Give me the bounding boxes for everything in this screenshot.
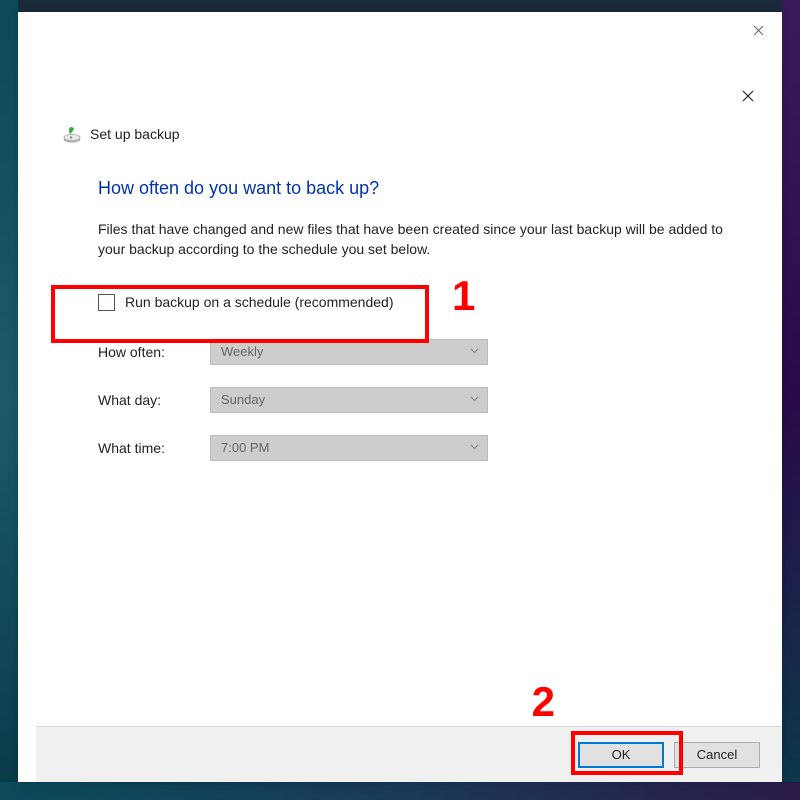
dialog-titlebar: Set up backup [62, 124, 180, 144]
dialog-content: How often do you want to back up? Files … [98, 178, 742, 483]
desktop-background-left [0, 0, 18, 800]
what-time-value: 7:00 PM [221, 440, 269, 455]
chevron-down-icon [470, 394, 479, 405]
how-often-dropdown[interactable]: Weekly [210, 339, 488, 365]
schedule-checkbox[interactable] [98, 294, 115, 311]
dialog-close-button[interactable] [738, 86, 758, 106]
how-often-value: Weekly [221, 344, 263, 359]
how-often-row: How often: Weekly [98, 339, 742, 365]
parent-window: Set up backup How often do you want to b… [18, 12, 782, 782]
what-day-value: Sunday [221, 392, 265, 407]
close-icon [753, 25, 764, 36]
cancel-button[interactable]: Cancel [674, 742, 760, 768]
annotation-label-2: 2 [532, 678, 555, 726]
page-description: Files that have changed and new files th… [98, 219, 738, 260]
desktop-background-right [782, 0, 800, 800]
how-often-label: How often: [98, 344, 210, 360]
page-heading: How often do you want to back up? [98, 178, 742, 199]
backup-wizard-dialog: Set up backup How often do you want to b… [36, 68, 782, 782]
what-time-label: What time: [98, 440, 210, 456]
ok-button[interactable]: OK [578, 742, 664, 768]
schedule-checkbox-label: Run backup on a schedule (recommended) [125, 294, 394, 310]
close-icon [742, 90, 754, 102]
backup-icon [62, 124, 82, 144]
chevron-down-icon [470, 346, 479, 357]
dialog-title: Set up backup [90, 126, 180, 142]
schedule-checkbox-row[interactable]: Run backup on a schedule (recommended) [98, 288, 742, 317]
what-day-label: What day: [98, 392, 210, 408]
chevron-down-icon [470, 442, 479, 453]
what-day-dropdown[interactable]: Sunday [210, 387, 488, 413]
desktop-background-bottom [0, 782, 800, 800]
annotation-label-1: 1 [452, 272, 475, 320]
what-time-row: What time: 7:00 PM [98, 435, 742, 461]
what-time-dropdown[interactable]: 7:00 PM [210, 435, 488, 461]
dialog-footer: OK Cancel [36, 726, 782, 782]
what-day-row: What day: Sunday [98, 387, 742, 413]
parent-close-button[interactable] [748, 20, 768, 40]
